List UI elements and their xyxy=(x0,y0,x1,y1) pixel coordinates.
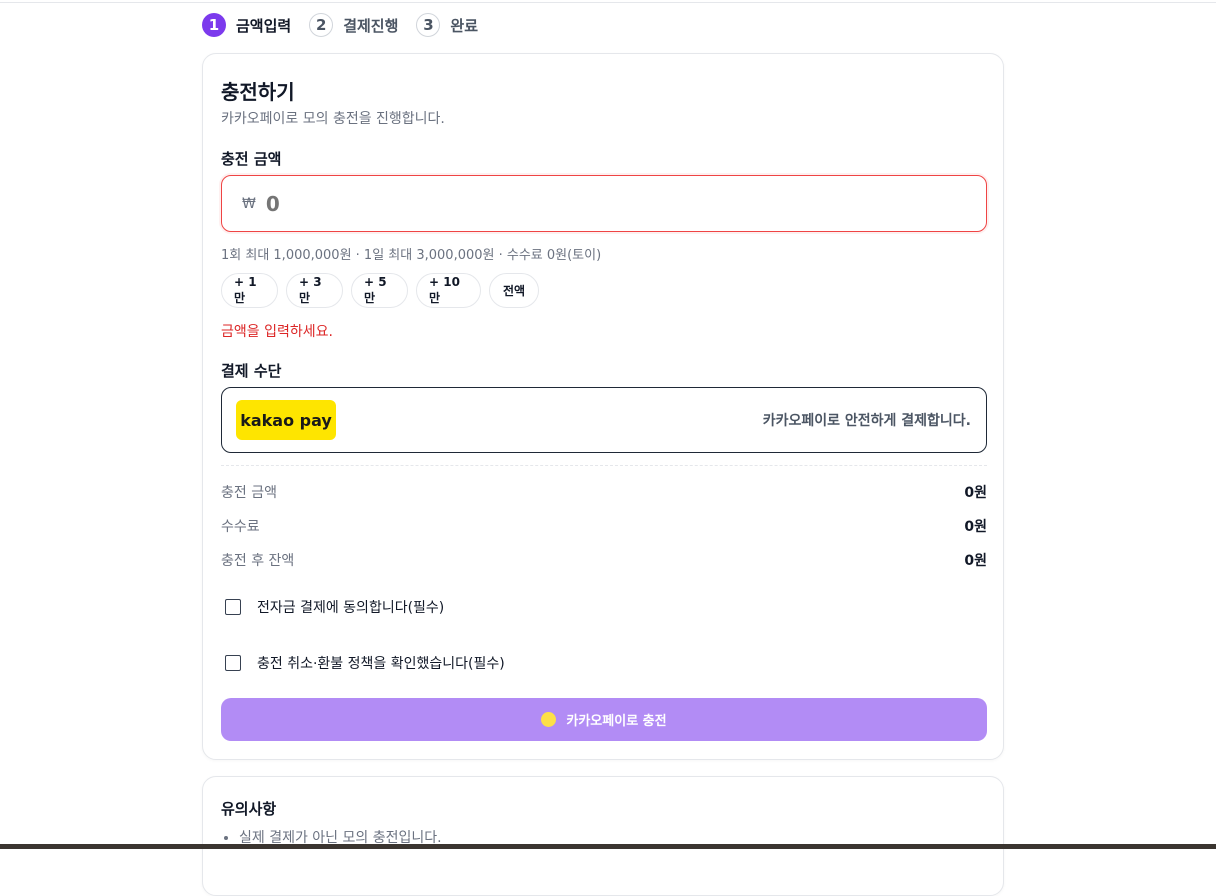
step-label: 결제진행 xyxy=(343,16,399,35)
kakaopay-charge-button[interactable]: 카카오페이로 충전 xyxy=(221,698,987,741)
page-subtitle: 카카오페이로 모의 충전을 진행합니다. xyxy=(221,111,445,127)
checkout-stepper: 1 금액입력 2 결제진행 3 완료 xyxy=(202,11,496,39)
step-number: 1 xyxy=(202,13,226,37)
summary-value: 0원 xyxy=(964,485,987,501)
agreement-payment[interactable]: 전자금 결제에 동의합니다(필수) xyxy=(225,597,444,617)
notice-card: 유의사항 실제 결제가 아닌 모의 충전입니다. xyxy=(202,776,1004,896)
submit-label: 카카오페이로 충전 xyxy=(566,714,667,729)
step-amount-input: 1 금액입력 xyxy=(202,13,291,37)
coin-icon xyxy=(541,712,557,727)
amount-label: 충전 금액 xyxy=(221,150,282,168)
amount-error-message: 금액을 입력하세요. xyxy=(221,324,333,340)
step-complete: 3 완료 xyxy=(416,13,478,37)
step-payment: 2 결제진행 xyxy=(309,13,398,37)
amount-field[interactable]: ₩ xyxy=(221,175,987,232)
summary-row-balance-after: 충전 후 잔액 0원 xyxy=(221,550,987,570)
summary-label: 충전 금액 xyxy=(221,485,277,501)
add-30k-button[interactable]: + 3만 xyxy=(286,273,343,308)
limit-info: 1회 최대 1,000,000원 · 1일 최대 3,000,000원 · 수수… xyxy=(221,248,602,263)
agree-payment-checkbox[interactable] xyxy=(225,599,241,615)
step-label: 완료 xyxy=(450,16,479,35)
summary-value: 0원 xyxy=(964,553,987,569)
step-label: 금액입력 xyxy=(236,16,292,35)
summary-label: 충전 후 잔액 xyxy=(221,553,295,569)
summary-label: 수수료 xyxy=(221,519,260,535)
add-50k-button[interactable]: + 5만 xyxy=(351,273,408,308)
agreement-label[interactable]: 충전 취소·환불 정책을 확인했습니다(필수) xyxy=(257,653,505,673)
agreement-refund-policy[interactable]: 충전 취소·환불 정책을 확인했습니다(필수) xyxy=(225,653,505,673)
bottom-bar xyxy=(0,844,1216,849)
quick-amount-buttons: + 1만 + 3만 + 5만 + 10만 전액 xyxy=(221,273,547,308)
page-title: 충전하기 xyxy=(221,80,295,104)
notice-title: 유의사항 xyxy=(221,800,277,818)
summary-row-fee: 수수료 0원 xyxy=(221,516,987,536)
add-100k-button[interactable]: + 10만 xyxy=(416,273,481,308)
agree-refund-checkbox[interactable] xyxy=(225,655,241,671)
summary-value: 0원 xyxy=(964,519,987,535)
step-number: 3 xyxy=(416,13,441,37)
full-amount-button[interactable]: 전액 xyxy=(489,273,539,308)
kakaopay-logo: kakao pay xyxy=(236,400,336,440)
add-10k-button[interactable]: + 1만 xyxy=(221,273,278,308)
top-divider xyxy=(0,2,1216,3)
charge-card: 충전하기 카카오페이로 모의 충전을 진행합니다. 충전 금액 ₩ 1회 최대 … xyxy=(202,53,1004,760)
step-number: 2 xyxy=(309,13,334,37)
summary-divider xyxy=(221,465,987,466)
payment-method-label: 결제 수단 xyxy=(221,362,282,380)
won-currency-icon: ₩ xyxy=(242,195,256,212)
amount-input[interactable] xyxy=(265,191,946,216)
payment-method-description: 카카오페이로 안전하게 결제합니다. xyxy=(762,413,971,429)
summary-row-charge-amount: 충전 금액 0원 xyxy=(221,482,987,502)
payment-method-kakaopay[interactable]: kakao pay 카카오페이로 안전하게 결제합니다. xyxy=(221,387,987,453)
agreement-label[interactable]: 전자금 결제에 동의합니다(필수) xyxy=(257,597,444,617)
